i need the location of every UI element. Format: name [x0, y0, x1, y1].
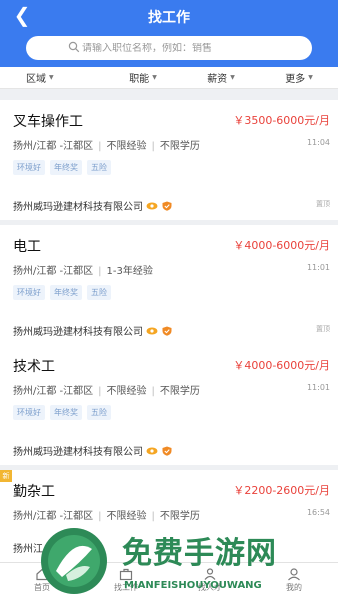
filter-bar: 区域 ▼ 职能 ▼ 薪资 ▼ 更多 ▼	[0, 67, 338, 89]
job-title: 电工	[13, 239, 41, 255]
eye-badge-icon	[146, 202, 158, 209]
caret-down-icon: ▼	[152, 74, 157, 81]
job-requirements: 扬州/江都 -江都区 | 不限经验 | 不限学历	[13, 137, 200, 152]
job-location: 扬州/江都 -江都区	[13, 386, 94, 397]
company-row[interactable]: 扬州江	[13, 540, 43, 555]
job-experience: 1-3年经验	[106, 266, 153, 277]
new-flag: 新	[0, 470, 12, 482]
divider: |	[151, 386, 155, 397]
job-time: 11:01	[306, 383, 330, 392]
divider: |	[98, 266, 102, 277]
company-row[interactable]: 扬州威玛逊建材科技有限公司	[13, 323, 173, 338]
job-title: 勤杂工	[13, 484, 55, 500]
job-location: 扬州/江都 -江都区	[13, 266, 94, 277]
job-experience: 不限经验	[106, 141, 147, 152]
top-badge: 置顶	[316, 325, 330, 333]
job-education: 不限学历	[159, 511, 200, 522]
people-icon	[204, 568, 216, 580]
job-education: 不限学历	[159, 141, 200, 152]
job-requirements: 扬州/江都 -江都区 | 1-3年经验	[13, 262, 153, 277]
job-card[interactable]: 技术工 ￥4000-6000元/月 扬州/江都 -江都区 | 不限经验 | 不限学历 1…	[0, 345, 338, 465]
tab-mine[interactable]: 我的	[252, 563, 336, 600]
job-card[interactable]: 新 勤杂工 ￥2200-2600元/月 扬州/江都 -江都区 | 不限经验 | 不限学历…	[0, 470, 338, 562]
job-tag: 环境好	[13, 160, 45, 175]
company-name: 扬州威玛逊建材科技有限公司	[13, 447, 143, 458]
eye-badge-icon	[146, 327, 158, 334]
job-requirements: 扬州/江都 -江都区 | 不限经验 | 不限学历	[13, 382, 200, 397]
divider: |	[98, 511, 102, 522]
top-badge: 置顶	[316, 200, 330, 208]
divider: |	[98, 141, 102, 152]
job-tags: 环境好 年终奖 五险	[13, 285, 111, 300]
tab-label: 首页	[34, 583, 50, 592]
briefcase-icon	[119, 568, 133, 581]
job-salary: ￥4000-6000元/月	[233, 359, 330, 372]
company-row[interactable]: 扬州威玛逊建材科技有限公司	[13, 443, 173, 458]
filter-salary[interactable]: 薪资 ▼	[182, 67, 260, 88]
job-tag: 年终奖	[50, 160, 82, 175]
job-tags: 环境好 年终奖 五险	[13, 405, 111, 420]
job-tag: 五险	[87, 405, 111, 420]
job-title: 叉车操作工	[13, 114, 83, 130]
page-title: 找工作	[148, 10, 190, 26]
eye-badge-icon	[146, 447, 158, 454]
job-tag: 年终奖	[50, 405, 82, 420]
job-salary: ￥3500-6000元/月	[233, 114, 330, 127]
job-experience: 不限经验	[106, 386, 147, 397]
tab-label: 找工作	[114, 583, 138, 592]
tab-home[interactable]: 首页	[0, 563, 84, 600]
divider: |	[151, 141, 155, 152]
filter-more[interactable]: 更多 ▼	[260, 67, 338, 88]
job-time: 11:01	[306, 263, 330, 272]
home-icon	[36, 568, 48, 581]
job-experience: 不限经验	[106, 511, 147, 522]
job-tags: 环境好 年终奖 五险	[13, 160, 111, 175]
search-icon	[68, 41, 80, 53]
filter-label: 薪资	[207, 74, 228, 85]
job-time: 11:04	[306, 138, 330, 147]
filter-label: 更多	[285, 74, 306, 85]
caret-down-icon: ▼	[49, 74, 54, 81]
shield-verified-icon	[162, 326, 172, 336]
caret-down-icon: ▼	[308, 74, 313, 81]
company-name: 扬州威玛逊建材科技有限公司	[13, 327, 143, 338]
divider: |	[151, 511, 155, 522]
job-tag: 五险	[87, 160, 111, 175]
filter-label: 区域	[26, 74, 46, 85]
user-icon	[288, 568, 300, 581]
job-salary: ￥4000-6000元/月	[233, 239, 330, 252]
tab-label: 我的	[286, 583, 302, 592]
bottom-tab-bar: 首页 找工作 找人才 我的	[0, 562, 338, 600]
job-title: 技术工	[13, 359, 55, 375]
company-name: 扬州江	[13, 544, 43, 555]
tab-find-job[interactable]: 找工作	[84, 563, 168, 600]
search-bar[interactable]	[26, 36, 312, 60]
job-tag: 环境好	[13, 285, 45, 300]
job-tag: 五险	[87, 285, 111, 300]
job-location: 扬州/江都 -江都区	[13, 141, 94, 152]
job-card[interactable]: 电工 ￥4000-6000元/月 扬州/江都 -江都区 | 1-3年经验 11:01…	[0, 225, 338, 345]
company-row[interactable]: 扬州威玛逊建材科技有限公司	[13, 198, 173, 213]
search-input[interactable]	[82, 42, 282, 54]
caret-down-icon: ▼	[230, 74, 235, 81]
tab-find-talent[interactable]: 找人才	[168, 563, 252, 600]
job-salary: ￥2200-2600元/月	[233, 484, 330, 497]
job-tag: 年终奖	[50, 285, 82, 300]
job-tag: 环境好	[13, 405, 45, 420]
company-name: 扬州威玛逊建材科技有限公司	[13, 202, 143, 213]
filter-function[interactable]: 职能 ▼	[104, 67, 182, 88]
shield-verified-icon	[162, 446, 172, 456]
tab-label: 找人才	[198, 583, 222, 592]
shield-verified-icon	[162, 201, 172, 211]
job-location: 扬州/江都 -江都区	[13, 511, 94, 522]
divider: |	[98, 386, 102, 397]
job-card[interactable]: 叉车操作工 ￥3500-6000元/月 扬州/江都 -江都区 | 不限经验 | 不限学历…	[0, 100, 338, 220]
filter-label: 职能	[129, 74, 150, 85]
job-education: 不限学历	[159, 386, 200, 397]
job-time: 16:54	[306, 508, 330, 517]
app-header: ❮ 找工作	[0, 0, 338, 67]
filter-region[interactable]: 区域 ▼	[0, 67, 104, 88]
job-requirements: 扬州/江都 -江都区 | 不限经验 | 不限学历	[13, 507, 200, 522]
